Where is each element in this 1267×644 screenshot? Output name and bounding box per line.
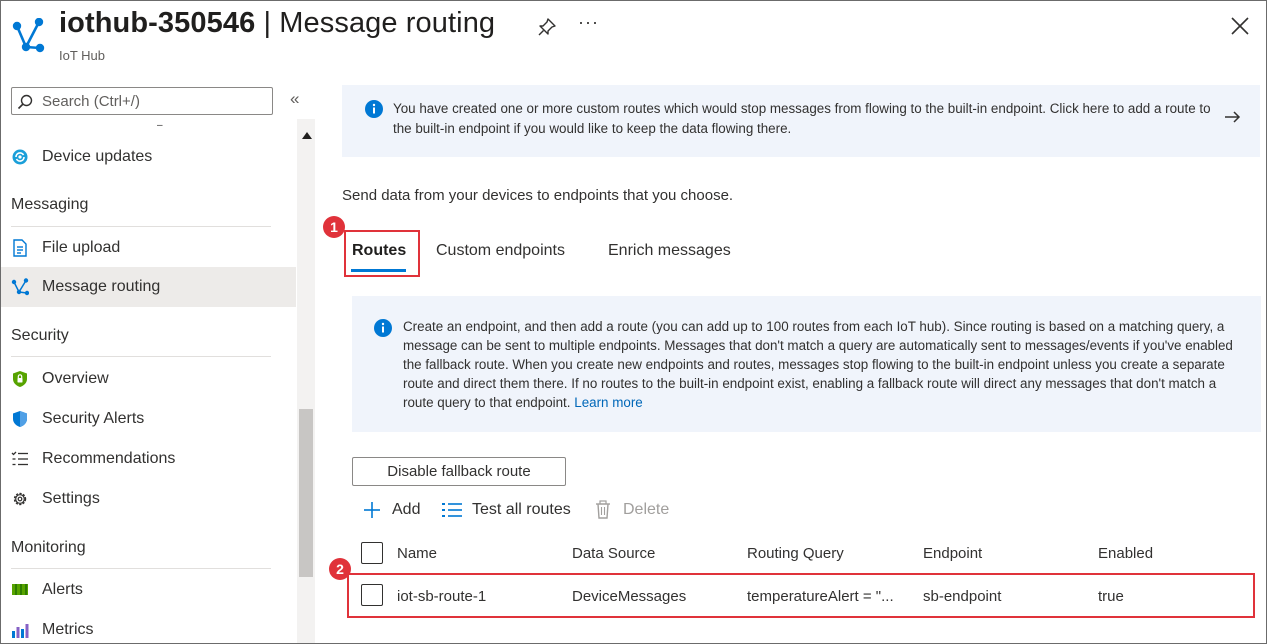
device-updates-icon [12,149,28,165]
pin-icon[interactable] [537,17,557,37]
intro-text: Send data from your devices to endpoints… [342,187,734,204]
metrics-icon [12,624,29,638]
shield-icon [13,371,27,387]
recommendations-icon [11,451,28,466]
sidebar-item-recommendations[interactable]: Recommendations [1,439,296,479]
section-security: Security [11,327,69,344]
scroll-hint: – [157,120,163,131]
callout-highlight-routes [344,230,420,277]
sidebar-item-settings[interactable]: Settings [1,479,296,519]
section-monitoring: Monitoring [11,539,86,556]
sidebar-item-overview[interactable]: Overview [1,359,296,399]
tab-custom-endpoints[interactable]: Custom endpoints [436,242,565,260]
resource-type: IoT Hub [59,48,106,63]
test-all-label: Test all routes [472,501,571,518]
callout-highlight-route-row [347,573,1255,618]
page-title: iothub-350546 | Message routing [59,7,495,40]
delete-icon [596,500,610,519]
sidebar-item-label: Alerts [42,581,83,598]
sidebar-item-label: Metrics [42,621,94,638]
arrow-right-icon[interactable] [1222,107,1242,127]
sidebar-item-label: Settings [42,490,100,507]
security-alert-icon [13,411,27,427]
add-route-button[interactable]: Add [362,500,426,520]
routing-info-body: Create an endpoint, and then add a route… [403,319,1233,410]
column-header-enabled[interactable]: Enabled [1098,545,1153,562]
iot-hub-logo-icon [12,18,45,53]
test-all-routes-button[interactable]: Test all routes [441,500,581,520]
gear-icon [13,492,27,506]
search-input[interactable]: Search (Ctrl+/) [11,87,273,115]
routing-info-box: Create an endpoint, and then add a route… [352,296,1261,432]
column-header-name[interactable]: Name [397,545,437,562]
sidebar-item-file-upload[interactable]: File upload [1,228,296,268]
file-upload-icon [13,239,27,257]
select-all-checkbox[interactable] [361,542,383,564]
test-list-icon [442,503,462,517]
sidebar-item-message-routing[interactable]: Message routing [1,267,296,307]
search-placeholder: Search (Ctrl+/) [42,93,140,110]
section-divider [11,226,271,227]
delete-label: Delete [623,501,670,518]
portal-blade: iothub-350546 | Message routing IoT Hub … [0,0,1267,644]
column-header-routing-query[interactable]: Routing Query [747,545,844,562]
delete-route-button[interactable]: Delete [594,500,674,520]
add-icon [364,502,380,518]
section-messaging: Messaging [11,196,89,213]
blade-name: Message routing [279,7,496,39]
disable-fallback-route-button[interactable]: Disable fallback route [352,457,566,486]
sidebar-item-label: Security Alerts [42,410,145,427]
info-icon [365,100,383,118]
title-separator: | [255,7,280,39]
tab-enrich-messages[interactable]: Enrich messages [608,242,731,260]
column-header-endpoint[interactable]: Endpoint [923,545,982,562]
custom-routes-banner[interactable]: You have created one or more custom rout… [342,85,1260,157]
search-icon [17,94,33,110]
sidebar-item-device-updates[interactable]: Device updates [1,137,296,177]
sidebar-item-label: Message routing [42,278,161,295]
info-icon [374,319,392,337]
banner-text: You have created one or more custom rout… [393,101,1211,136]
callout-badge-1: 1 [323,216,345,238]
message-routing-icon [11,278,29,296]
sidebar-item-label: File upload [42,239,121,256]
learn-more-link[interactable]: Learn more [574,395,642,410]
routing-info-text: Create an endpoint, and then add a route… [403,317,1233,412]
column-header-data-source[interactable]: Data Source [572,545,655,562]
resource-name: iothub-350546 [59,7,256,39]
section-divider [11,568,271,569]
scroll-up-icon[interactable] [302,132,312,139]
more-options-icon[interactable]: ··· [578,12,599,33]
sidebar-item-label: Recommendations [42,450,176,467]
sidebar-item-security-alerts[interactable]: Security Alerts [1,399,296,439]
alerts-icon [12,584,28,595]
sidebar-item-alerts[interactable]: Alerts [1,570,296,610]
callout-badge-2: 2 [329,558,351,580]
add-label: Add [392,501,421,518]
sidebar-item-label: Device updates [42,148,153,165]
section-divider [11,356,271,357]
sidebar-item-metrics[interactable]: Metrics [1,610,296,643]
sidebar-item-label: Overview [42,370,109,387]
close-icon[interactable] [1229,15,1251,37]
scrollbar-thumb[interactable] [299,409,313,577]
collapse-sidebar-icon[interactable]: « [290,89,299,109]
